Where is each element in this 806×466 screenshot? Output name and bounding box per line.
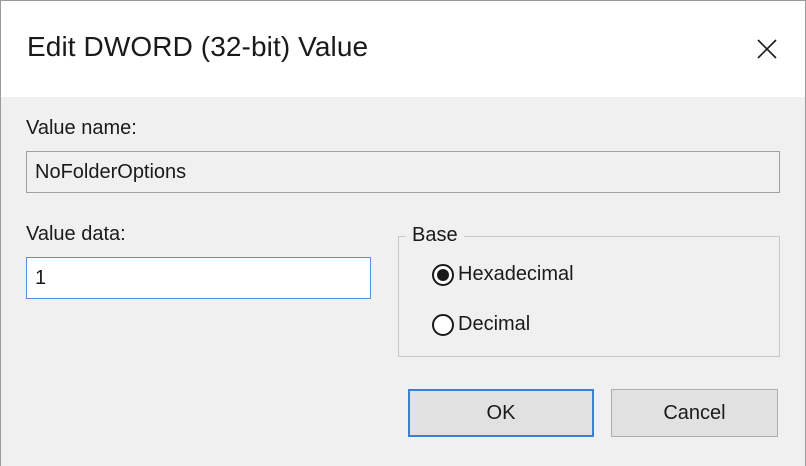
radio-hexadecimal-label: Hexadecimal [458, 263, 574, 285]
dialog-title: Edit DWORD (32-bit) Value [27, 31, 369, 62]
value-name-field[interactable] [26, 151, 780, 193]
value-data-label: Value data: [26, 223, 126, 245]
radio-selected-dot [437, 268, 449, 281]
radio-decimal-label: Decimal [458, 313, 531, 335]
radio-decimal-circle[interactable] [432, 313, 454, 336]
radio-hexadecimal[interactable]: Hexadecimal [432, 263, 574, 286]
value-name-label: Value name: [26, 117, 137, 139]
close-button[interactable] [735, 19, 799, 79]
value-data-field[interactable] [26, 257, 371, 299]
edit-dword-dialog: Edit DWORD (32-bit) Value Value name: Va… [0, 0, 806, 466]
base-groupbox [398, 236, 780, 357]
close-icon [757, 39, 777, 59]
radio-hexadecimal-circle[interactable] [432, 263, 454, 286]
ok-button[interactable]: OK [408, 389, 594, 437]
title-bar: Edit DWORD (32-bit) Value [0, 0, 806, 97]
radio-decimal[interactable]: Decimal [432, 313, 530, 336]
cancel-button[interactable]: Cancel [611, 389, 778, 437]
base-legend: Base [406, 224, 464, 247]
